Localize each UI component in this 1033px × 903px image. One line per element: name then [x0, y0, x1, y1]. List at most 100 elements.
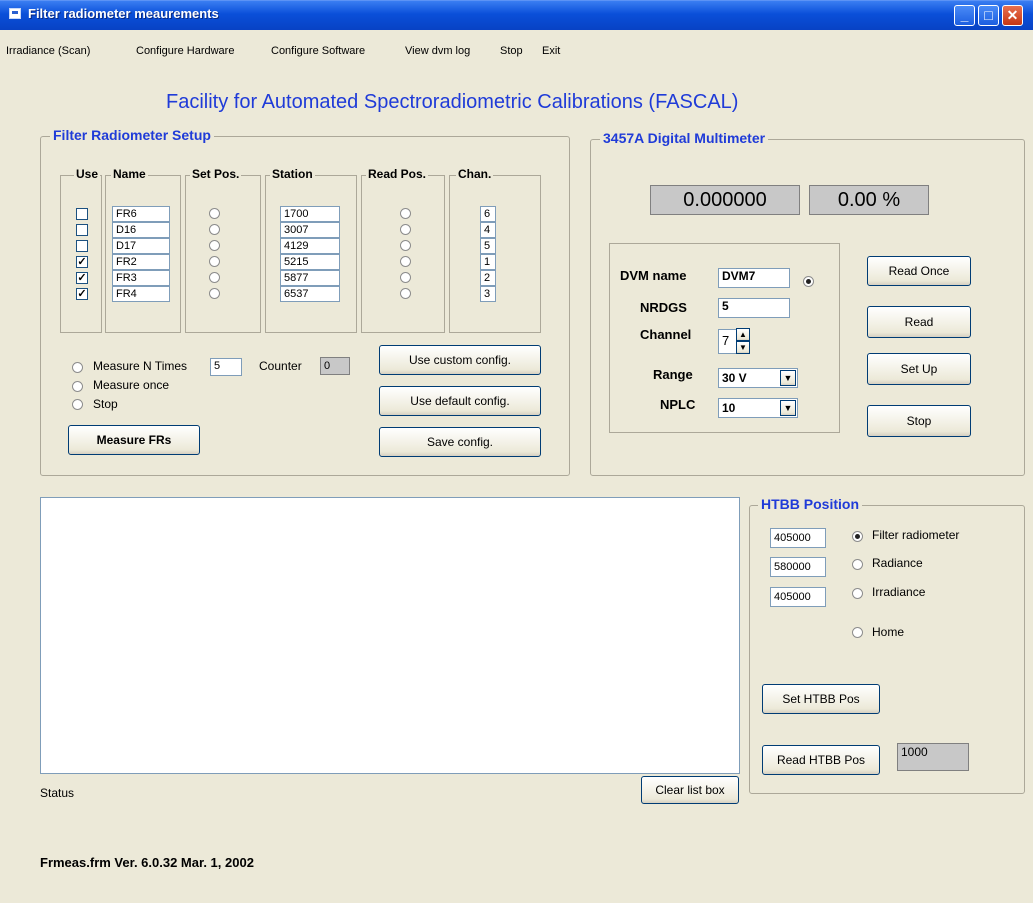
menu-configure-hardware[interactable]: Configure Hardware: [136, 45, 234, 57]
app-icon[interactable]: [9, 8, 21, 19]
set-pos-radio[interactable]: [209, 208, 220, 219]
set-htbb-pos-button[interactable]: Set HTBB Pos: [762, 684, 880, 714]
fr-name-input[interactable]: D17: [112, 238, 170, 254]
use-default-config-button[interactable]: Use default config.: [379, 386, 541, 416]
channel-label: Channel: [640, 327, 692, 342]
list-box[interactable]: [40, 497, 740, 774]
dmm-percent: 0.00 %: [809, 185, 929, 215]
nrdgs-input[interactable]: 5: [718, 298, 790, 318]
station-input[interactable]: 5877: [280, 270, 340, 286]
read-pos-header: Read Pos.: [366, 167, 429, 181]
dvm-name-radio[interactable]: [803, 276, 814, 287]
read-pos-column: [361, 175, 445, 333]
set-pos-radio[interactable]: [209, 224, 220, 235]
menu-view-dvm-log[interactable]: View dvm log: [405, 45, 470, 57]
use-checkbox[interactable]: [76, 208, 88, 220]
save-config-button[interactable]: Save config.: [379, 427, 541, 457]
nplc-label: NPLC: [660, 397, 696, 412]
station-input[interactable]: 1700: [280, 206, 340, 222]
read-pos-radio[interactable]: [400, 240, 411, 251]
set-pos-header: Set Pos.: [190, 167, 242, 181]
read-pos-radio[interactable]: [400, 224, 411, 235]
home-label: Home: [872, 625, 905, 639]
fr-name-input[interactable]: FR6: [112, 206, 170, 222]
htbb-read-value: 1000: [897, 743, 969, 771]
htbb-title: HTBB Position: [758, 496, 862, 512]
measure-once-radio[interactable]: [72, 381, 83, 392]
measure-frs-button[interactable]: Measure FRs: [68, 425, 200, 455]
stop-radio[interactable]: [72, 399, 83, 410]
channel-input[interactable]: 7: [718, 329, 738, 354]
use-checkbox[interactable]: [76, 224, 88, 236]
menu-configure-software[interactable]: Configure Software: [271, 45, 365, 57]
status-label: Status: [40, 786, 75, 800]
menu-irradiance-scan[interactable]: Irradiance (Scan): [6, 45, 90, 57]
chan-input[interactable]: 5: [480, 238, 496, 254]
fr-name-input[interactable]: FR2: [112, 254, 170, 270]
fr-name-input[interactable]: FR3: [112, 270, 170, 286]
fr-name-input[interactable]: FR4: [112, 286, 170, 302]
read-pos-radio[interactable]: [400, 256, 411, 267]
htbb-pos-input-1[interactable]: 405000: [770, 528, 826, 548]
use-column: [60, 175, 102, 333]
chan-input[interactable]: 4: [480, 222, 496, 238]
close-icon[interactable]: ✕: [1002, 5, 1023, 26]
minimize-icon[interactable]: _: [954, 5, 975, 26]
dmm-reading: 0.000000: [650, 185, 800, 215]
radiance-radio[interactable]: [852, 559, 863, 570]
set-pos-radio[interactable]: [209, 272, 220, 283]
set-pos-radio[interactable]: [209, 240, 220, 251]
set-pos-radio[interactable]: [209, 288, 220, 299]
station-input[interactable]: 5215: [280, 254, 340, 270]
set-pos-radio[interactable]: [209, 256, 220, 267]
menu-exit[interactable]: Exit: [542, 45, 560, 57]
chan-input[interactable]: 1: [480, 254, 496, 270]
station-input[interactable]: 3007: [280, 222, 340, 238]
read-pos-radio[interactable]: [400, 272, 411, 283]
stop-label: Stop: [93, 397, 118, 411]
maximize-icon[interactable]: □: [978, 5, 999, 26]
htbb-pos-input-2[interactable]: 580000: [770, 557, 826, 577]
channel-up-icon[interactable]: ▲: [736, 328, 750, 341]
fr-name-input[interactable]: D16: [112, 222, 170, 238]
station-input[interactable]: 6537: [280, 286, 340, 302]
chan-input[interactable]: 2: [480, 270, 496, 286]
use-checkbox[interactable]: [76, 240, 88, 252]
station-input[interactable]: 4129: [280, 238, 340, 254]
counter-value: 0: [320, 357, 350, 375]
nrdgs-label: NRDGS: [640, 300, 687, 315]
read-pos-radio[interactable]: [400, 208, 411, 219]
filter-radiometer-radio[interactable]: [852, 531, 863, 542]
use-checkbox[interactable]: ✓: [76, 272, 88, 284]
irradiance-radio[interactable]: [852, 588, 863, 599]
chan-input[interactable]: 3: [480, 286, 496, 302]
range-dropdown-icon[interactable]: ▼: [780, 370, 796, 386]
nplc-dropdown-icon[interactable]: ▼: [780, 400, 796, 416]
set-pos-column: [185, 175, 261, 333]
read-button[interactable]: Read: [867, 306, 971, 338]
channel-down-icon[interactable]: ▼: [736, 341, 750, 354]
read-htbb-pos-button[interactable]: Read HTBB Pos: [762, 745, 880, 775]
home-radio[interactable]: [852, 627, 863, 638]
dvm-name-input[interactable]: DVM7: [718, 268, 790, 288]
setup-button[interactable]: Set Up: [867, 353, 971, 385]
use-checkbox[interactable]: ✓: [76, 256, 88, 268]
dmm-stop-button[interactable]: Stop: [867, 405, 971, 437]
version-footer: Frmeas.frm Ver. 6.0.32 Mar. 1, 2002: [40, 855, 254, 870]
main-title: Facility for Automated Spectroradiometri…: [166, 91, 739, 113]
use-checkbox[interactable]: ✓: [76, 288, 88, 300]
station-header: Station: [270, 167, 315, 181]
read-pos-radio[interactable]: [400, 288, 411, 299]
counter-label: Counter: [259, 359, 302, 373]
use-custom-config-button[interactable]: Use custom config.: [379, 345, 541, 375]
measure-n-label: Measure N Times: [93, 359, 188, 373]
htbb-pos-input-3[interactable]: 405000: [770, 587, 826, 607]
read-once-button[interactable]: Read Once: [867, 256, 971, 286]
dvm-name-label: DVM name: [620, 268, 687, 283]
measure-n-radio[interactable]: [72, 362, 83, 373]
measure-n-input[interactable]: 5: [210, 358, 242, 376]
clear-list-box-button[interactable]: Clear list box: [641, 776, 739, 804]
menu-stop[interactable]: Stop: [500, 45, 523, 57]
measure-once-label: Measure once: [93, 378, 170, 392]
chan-input[interactable]: 6: [480, 206, 496, 222]
